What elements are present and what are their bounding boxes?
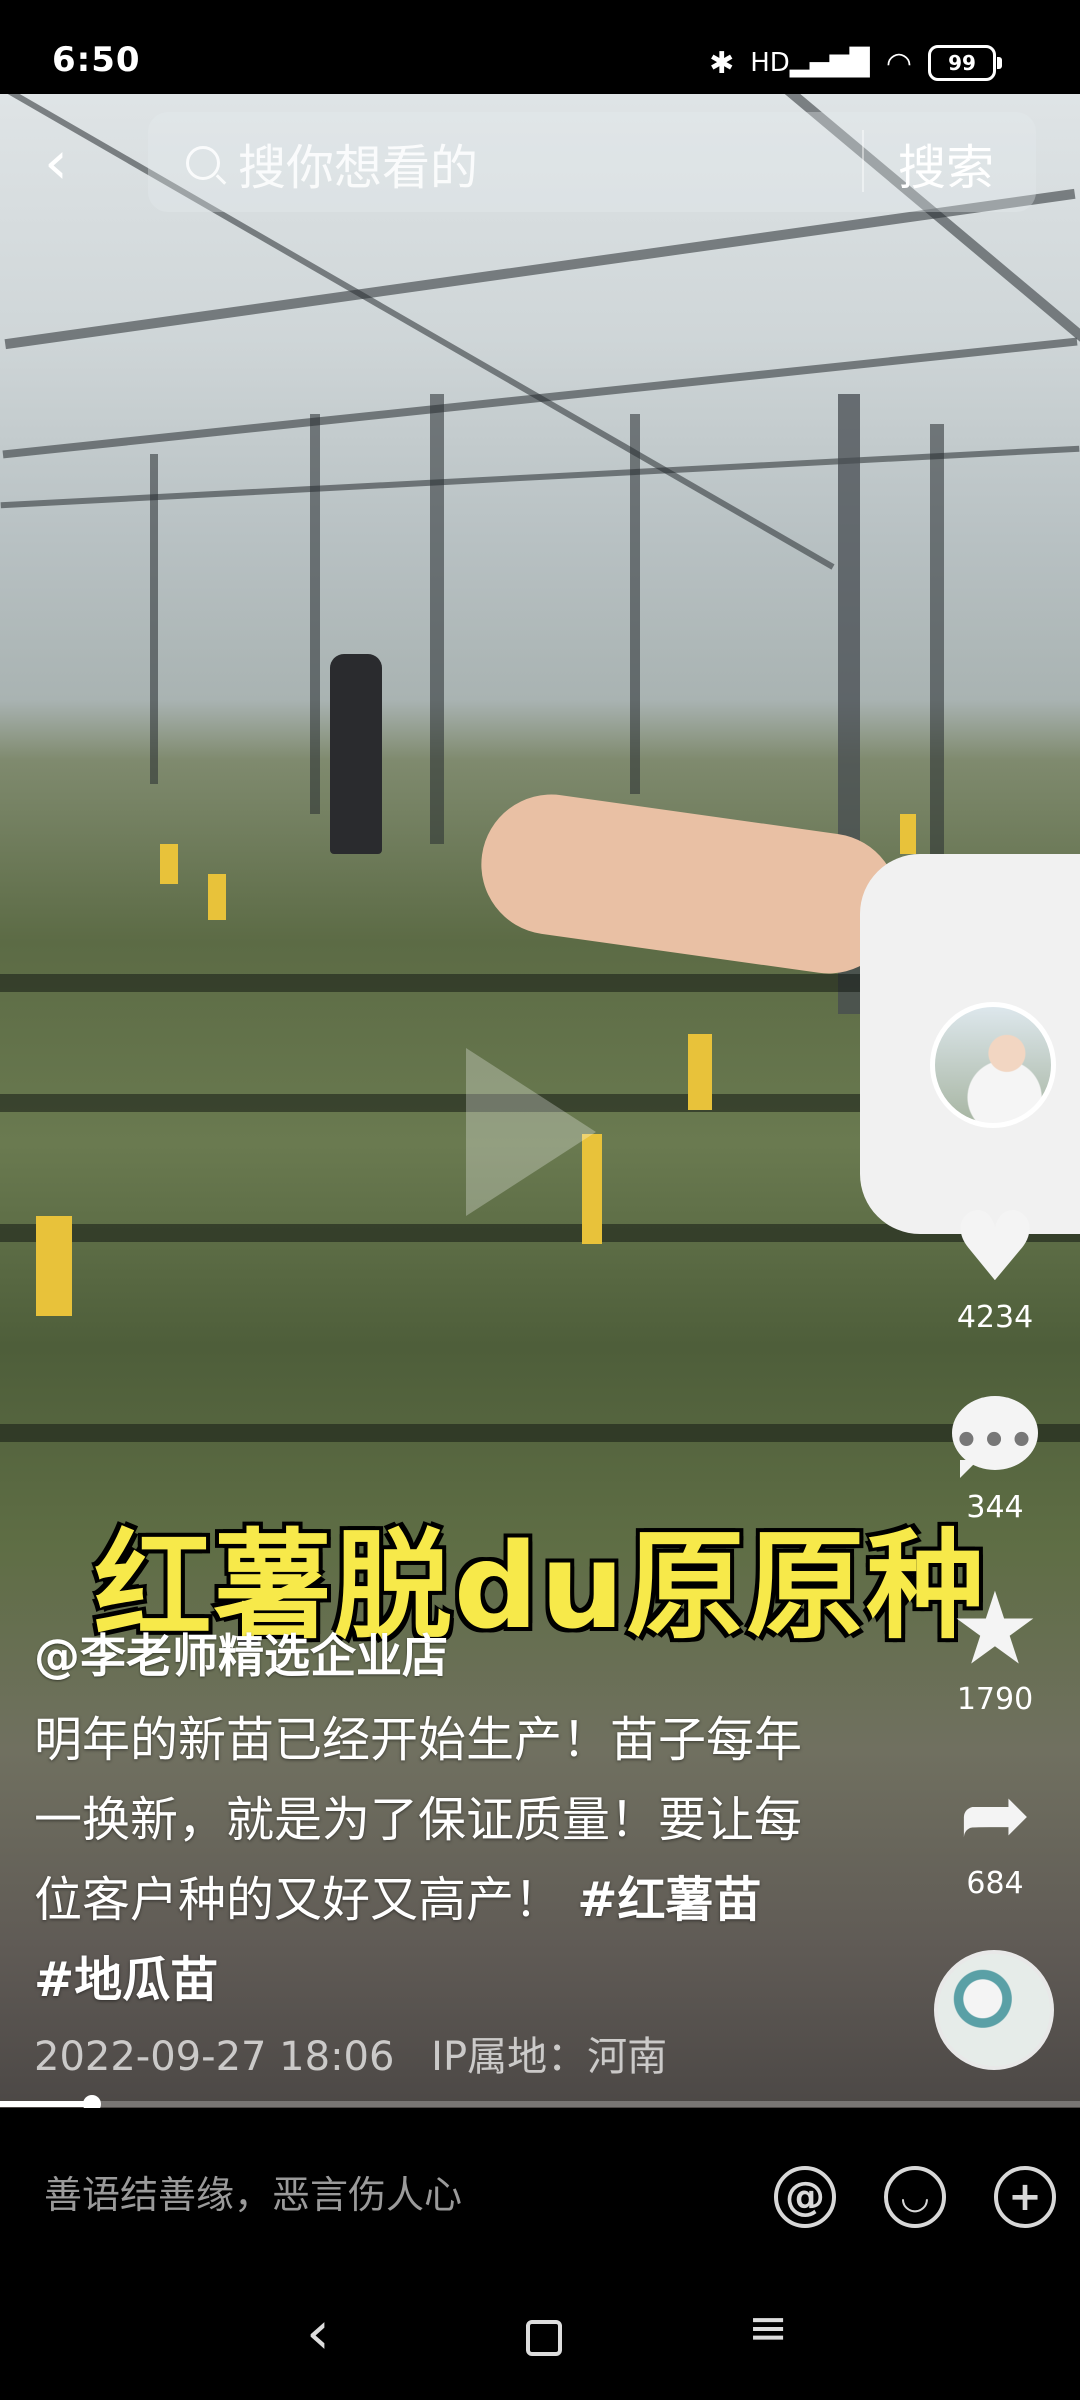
favorite-count: 1790 [956,1682,1034,1717]
post-meta: 2022-09-27 18:06 IP属地：河南 [34,2024,691,2082]
nav-menu-icon[interactable]: ≡ [748,2300,788,2356]
add-icon[interactable]: + [994,2166,1056,2228]
at-icon[interactable]: @ [774,2166,836,2228]
star-icon[interactable]: ★ [940,1574,1050,1684]
progress-track[interactable] [0,2101,1080,2107]
post-timestamp: 2022-09-27 18:06 [34,2034,395,2080]
heart-icon[interactable]: ♥ [940,1192,1050,1302]
search-icon [186,146,220,180]
comment-dots: ••• [953,1418,1037,1464]
search-button[interactable]: 搜索 [898,128,994,198]
search-divider [862,130,864,192]
progress-fill [0,2101,92,2107]
author-name[interactable]: @李老师精选企业店 [34,1620,448,1686]
play-icon[interactable] [466,1048,596,1216]
post-description: 明年的新苗已经开始生产！苗子每年一换新，就是为了保证质量！要让每位客户种的又好又… [34,1700,814,2020]
hashtag-2[interactable]: #地瓜苗 [34,1952,218,2008]
author-avatar[interactable] [930,1002,1056,1128]
hashtag-1[interactable]: #红薯苗 [577,1872,761,1928]
ip-location: IP属地：河南 [431,2034,668,2080]
emoji-icon[interactable]: ◡ [884,2166,946,2228]
worker-figure [330,654,382,854]
status-icons: ✱ HD▂▄▆█ ◠ 99 [709,38,1002,88]
status-time: 6:50 [52,40,141,80]
music-disc-icon[interactable] [934,1950,1054,2070]
bluetooth-icon: ✱ [709,45,735,81]
hd-signal-icon: HD▂▄▆█ [750,48,870,78]
share-count: 684 [966,1866,1024,1901]
comment-count: 344 [966,1490,1024,1525]
nav-back-icon[interactable]: ‹ [306,2298,330,2368]
battery-icon: 99 [928,45,1002,81]
like-count: 4234 [956,1300,1034,1335]
back-button[interactable]: ‹ [44,128,104,198]
comment-input[interactable]: 善语结善缘，恶言伤人心 [44,2164,462,2219]
search-input[interactable]: 搜你想看的 [238,128,478,198]
nav-home-icon[interactable] [526,2320,562,2356]
share-icon[interactable]: ➦ [940,1760,1050,1870]
wifi-icon: ◠ [885,45,912,81]
